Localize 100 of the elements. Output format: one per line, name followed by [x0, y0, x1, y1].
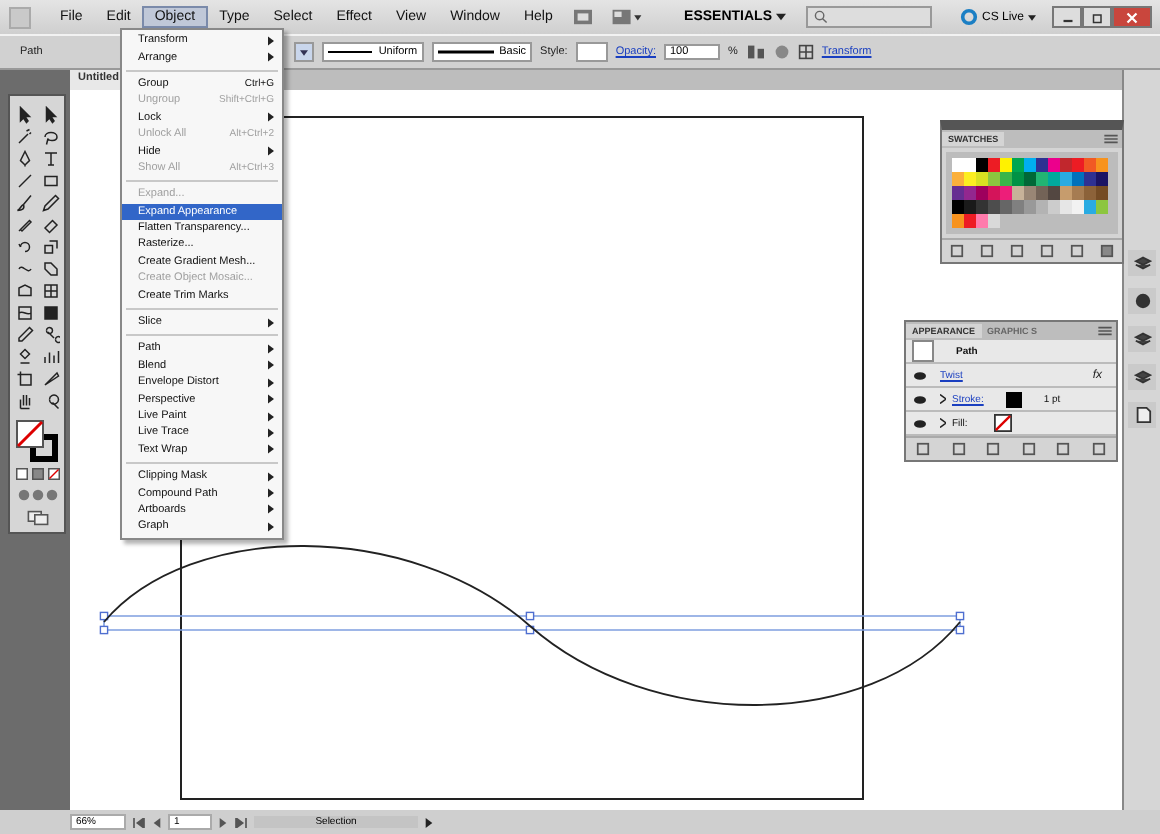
tool-button[interactable]	[13, 192, 35, 212]
color-swatch[interactable]	[1072, 186, 1084, 200]
tool-button[interactable]	[13, 170, 35, 190]
color-swatch[interactable]	[1012, 200, 1024, 214]
color-swatch[interactable]	[964, 214, 976, 228]
color-swatch[interactable]	[952, 214, 964, 228]
color-swatch[interactable]	[988, 186, 1000, 200]
color-swatch[interactable]	[1048, 186, 1060, 200]
color-swatch[interactable]	[1024, 200, 1036, 214]
color-swatch[interactable]	[964, 158, 976, 172]
color-swatch[interactable]	[1096, 172, 1108, 186]
dock-button[interactable]	[1128, 364, 1156, 390]
stroke-color-swatch[interactable]	[1005, 391, 1022, 407]
color-swatch[interactable]	[1096, 186, 1108, 200]
first-page-icon[interactable]	[132, 817, 146, 827]
color-swatch[interactable]	[1060, 172, 1072, 186]
color-swatch[interactable]	[964, 186, 976, 200]
color-swatch[interactable]	[1084, 158, 1096, 172]
tool-button[interactable]	[39, 236, 61, 256]
tool-button[interactable]	[13, 302, 35, 322]
color-swatch[interactable]	[1036, 158, 1048, 172]
color-swatch[interactable]	[1084, 200, 1096, 214]
color-swatch[interactable]	[976, 158, 988, 172]
color-swatch[interactable]	[988, 158, 1000, 172]
tool-button[interactable]	[39, 280, 61, 300]
color-swatch[interactable]	[988, 214, 1000, 228]
style-dropdown[interactable]	[575, 42, 608, 62]
stroke-weight-dropdown[interactable]	[294, 42, 315, 62]
square-icon[interactable]	[1070, 244, 1084, 258]
color-swatch[interactable]	[964, 172, 976, 186]
color-swatch[interactable]	[952, 158, 964, 172]
tool-button[interactable]	[39, 192, 61, 212]
color-swatch[interactable]	[1084, 186, 1096, 200]
color-swatch[interactable]	[976, 200, 988, 214]
square-icon[interactable]	[950, 244, 964, 258]
color-swatch[interactable]	[1024, 158, 1036, 172]
close-button[interactable]	[1112, 6, 1152, 28]
color-swatch[interactable]	[1012, 172, 1024, 186]
color-swatch[interactable]	[1060, 158, 1072, 172]
square-icon[interactable]	[1021, 442, 1036, 456]
search-field[interactable]	[805, 6, 932, 28]
tool-button[interactable]	[39, 214, 61, 234]
color-swatch[interactable]	[952, 200, 964, 214]
tool-button[interactable]	[39, 346, 61, 366]
square-icon[interactable]	[1091, 442, 1106, 456]
color-swatch[interactable]	[976, 172, 988, 186]
tool-button[interactable]	[13, 236, 35, 256]
tool-button[interactable]	[39, 148, 61, 168]
color-swatch[interactable]	[1036, 200, 1048, 214]
color-swatch[interactable]	[1036, 172, 1048, 186]
color-swatch[interactable]	[1048, 172, 1060, 186]
tool-button[interactable]	[13, 368, 35, 388]
tool-button[interactable]	[13, 126, 35, 146]
tool-button[interactable]	[39, 170, 61, 190]
color-swatch[interactable]	[952, 172, 964, 186]
color-swatch[interactable]	[1096, 158, 1108, 172]
color-swatch[interactable]	[1072, 200, 1084, 214]
tool-button[interactable]	[39, 126, 61, 146]
color-swatch[interactable]	[1084, 172, 1096, 186]
fill-swatch[interactable]	[15, 420, 43, 448]
last-page-icon[interactable]	[234, 817, 248, 827]
color-swatch[interactable]	[1060, 200, 1072, 214]
color-swatch[interactable]	[1048, 158, 1060, 172]
tool-button[interactable]	[39, 368, 61, 388]
color-swatch[interactable]	[1000, 200, 1012, 214]
color-swatch[interactable]	[1000, 158, 1012, 172]
square-icon[interactable]	[951, 442, 966, 456]
square-icon[interactable]	[1040, 244, 1054, 258]
color-swatch[interactable]	[1000, 186, 1012, 200]
dock-button[interactable]	[1128, 326, 1156, 352]
color-swatch[interactable]	[976, 186, 988, 200]
color-swatch[interactable]	[988, 172, 1000, 186]
color-swatch[interactable]	[1060, 186, 1072, 200]
color-swatch[interactable]	[1000, 172, 1012, 186]
square-icon[interactable]	[1056, 442, 1071, 456]
color-swatch[interactable]	[1072, 158, 1084, 172]
color-swatch[interactable]	[1048, 200, 1060, 214]
dock-button[interactable]	[1128, 250, 1156, 276]
square-icon[interactable]	[980, 244, 994, 258]
dock-button[interactable]	[1128, 288, 1156, 314]
stroke-swatch[interactable]	[29, 434, 57, 462]
color-swatch[interactable]	[1024, 186, 1036, 200]
square-icon[interactable]	[986, 442, 1001, 456]
color-swatch[interactable]	[1024, 172, 1036, 186]
play-icon[interactable]	[424, 817, 434, 827]
color-swatch[interactable]	[964, 200, 976, 214]
previous-page-icon[interactable]	[152, 817, 162, 827]
color-swatch[interactable]	[1036, 186, 1048, 200]
color-swatch[interactable]	[952, 186, 964, 200]
color-swatch[interactable]	[1012, 158, 1024, 172]
minimize-button[interactable]	[1052, 6, 1082, 28]
color-swatch[interactable]	[988, 200, 1000, 214]
color-swatch[interactable]	[1072, 172, 1084, 186]
dock-button[interactable]	[1128, 402, 1156, 428]
color-swatch[interactable]	[976, 214, 988, 228]
square-icon[interactable]	[1010, 244, 1024, 258]
restore-button[interactable]	[1082, 6, 1112, 28]
color-swatch[interactable]	[1096, 200, 1108, 214]
square-icon[interactable]	[916, 442, 931, 456]
next-page-icon[interactable]	[218, 817, 228, 827]
